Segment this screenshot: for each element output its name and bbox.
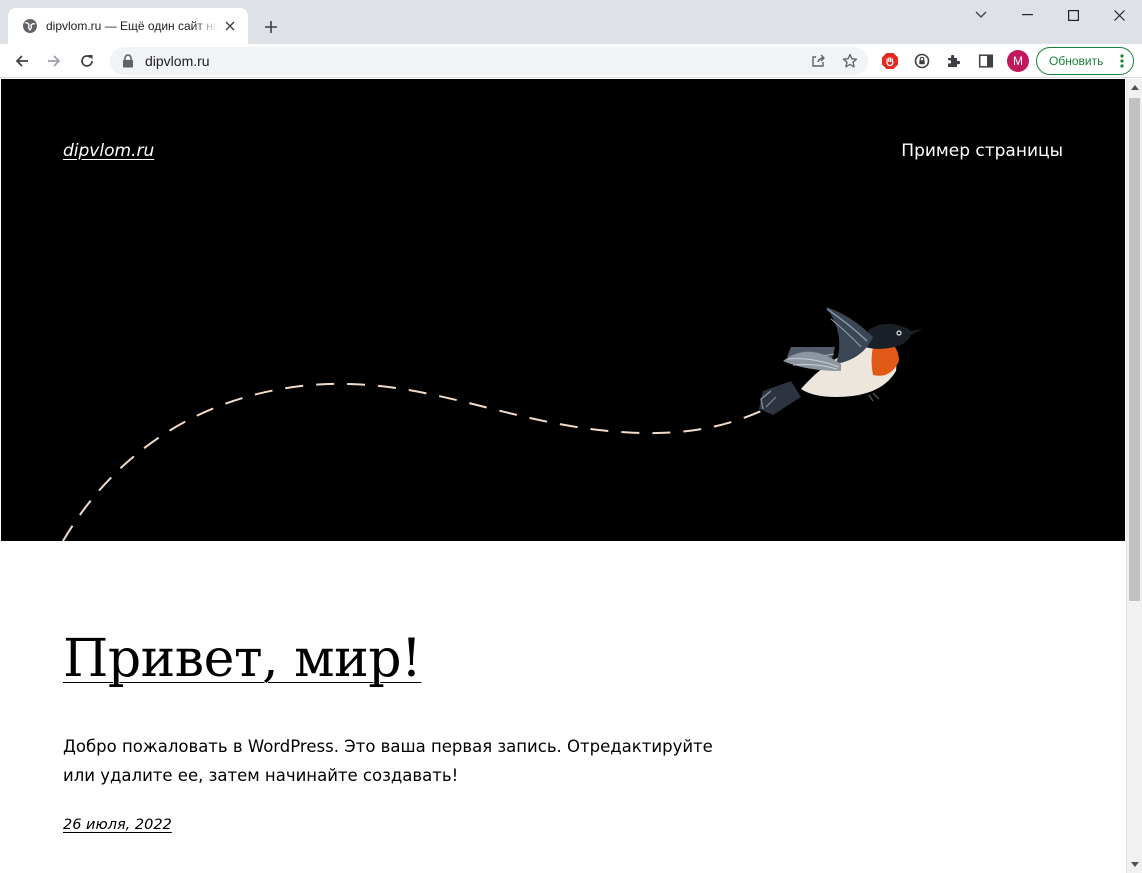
- tab-search-button[interactable]: [958, 0, 1004, 30]
- extension-lock-icon: [914, 53, 930, 69]
- maximize-button[interactable]: [1050, 0, 1096, 30]
- kebab-menu-icon[interactable]: [1120, 54, 1124, 68]
- update-button-label: Обновить: [1049, 54, 1104, 68]
- page-scrollbar[interactable]: [1126, 79, 1142, 873]
- chevron-down-icon: [975, 11, 987, 18]
- post-title[interactable]: Привет, мир!: [63, 629, 422, 689]
- plus-icon: [265, 21, 277, 33]
- side-panel-button[interactable]: [972, 47, 1000, 75]
- forward-button[interactable]: [40, 47, 68, 75]
- update-button[interactable]: Обновить: [1036, 47, 1134, 75]
- address-bar[interactable]: dipvlom.ru: [110, 47, 868, 75]
- tab-title: dipvlom.ru — Ещё один сайт на WordPress: [46, 19, 218, 33]
- scroll-up-arrow[interactable]: [1127, 79, 1142, 96]
- site-header: dipvlom.ru Пример страницы: [1, 79, 1125, 541]
- arrow-left-icon: [15, 55, 28, 67]
- profile-initial: M: [1013, 54, 1023, 68]
- dashed-flight-path: [62, 382, 762, 541]
- extensions-button[interactable]: [940, 47, 968, 75]
- reload-icon: [81, 55, 93, 67]
- side-panel-icon: [978, 54, 994, 68]
- close-icon: [1113, 9, 1125, 21]
- maximize-icon: [1067, 9, 1079, 21]
- new-tab-button[interactable]: [258, 14, 284, 40]
- globe-icon: [22, 18, 38, 34]
- lock-icon[interactable]: [122, 54, 136, 68]
- browser-toolbar: dipvlom.ru: [0, 44, 1142, 78]
- close-window-button[interactable]: [1096, 0, 1142, 30]
- triangle-up-icon: [1131, 85, 1139, 90]
- scroll-down-arrow[interactable]: [1127, 856, 1142, 873]
- reload-button[interactable]: [73, 47, 101, 75]
- post-date-link[interactable]: 26 июля, 2022: [63, 817, 172, 833]
- scrollbar-thumb[interactable]: [1129, 98, 1140, 601]
- close-icon[interactable]: [222, 18, 238, 34]
- triangle-down-icon: [1131, 862, 1139, 867]
- hero-illustration: [62, 307, 923, 541]
- puzzle-icon: [948, 54, 961, 67]
- adblock-extension-button[interactable]: [876, 47, 904, 75]
- lock-extension-button[interactable]: [908, 47, 936, 75]
- bird-illustration: [759, 307, 923, 415]
- share-icon[interactable]: [808, 51, 828, 71]
- minimize-icon: [1021, 14, 1033, 16]
- profile-avatar[interactable]: M: [1007, 50, 1029, 72]
- post-body: Добро пожаловать в WordPress. Это ваша п…: [63, 737, 713, 785]
- page-viewport: dipvlom.ru Пример страницы Привет, мир! …: [1, 79, 1125, 873]
- browser-tab[interactable]: dipvlom.ru — Ещё один сайт на WordPress: [8, 8, 248, 44]
- star-icon[interactable]: [840, 51, 860, 71]
- arrow-right-icon: [48, 55, 61, 67]
- url-text: dipvlom.ru: [145, 53, 210, 69]
- back-button[interactable]: [8, 47, 36, 75]
- adblock-icon: [882, 53, 898, 69]
- tab-strip: dipvlom.ru — Ещё один сайт на WordPress: [0, 0, 1142, 44]
- minimize-button[interactable]: [1004, 0, 1050, 30]
